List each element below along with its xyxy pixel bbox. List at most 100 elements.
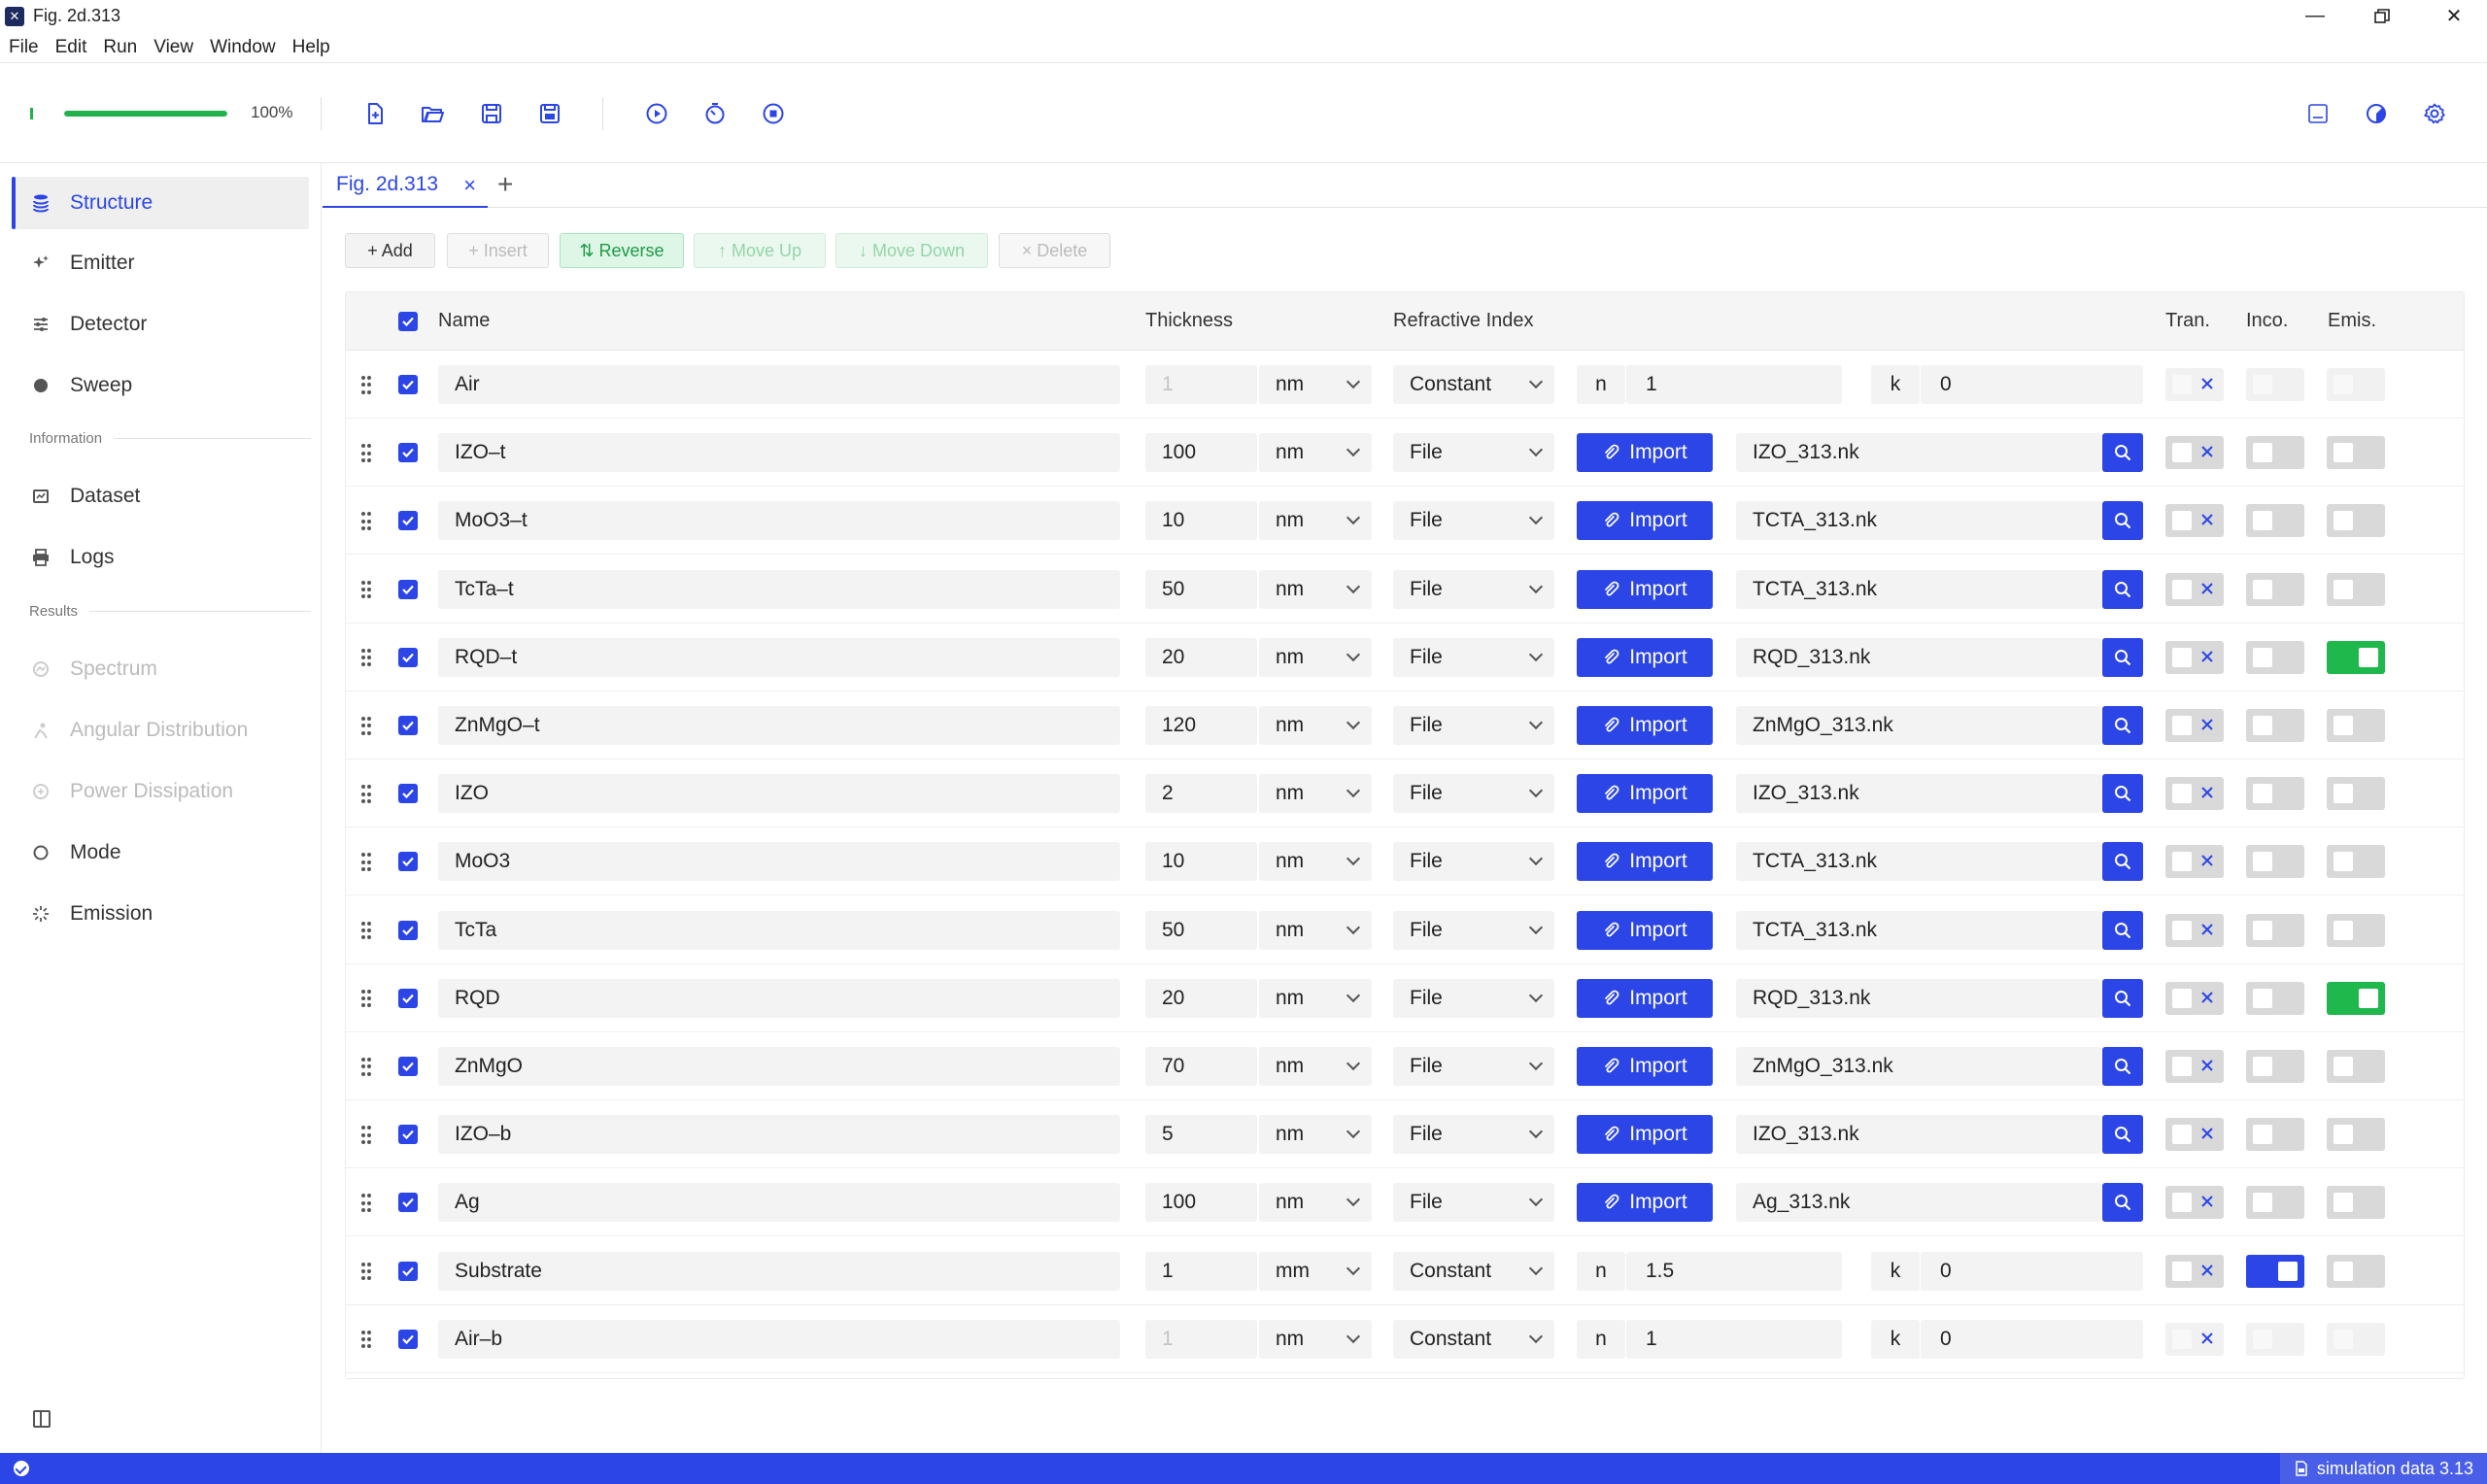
unit-select[interactable]: nm [1259,433,1372,473]
move-up-button[interactable]: ↑ Move Up [694,233,826,268]
add-button[interactable]: + Add [345,233,435,268]
index-mode-select[interactable]: File [1393,706,1554,745]
sidebar-item-logs[interactable]: Logs [12,531,309,584]
row-checkbox[interactable] [398,647,418,667]
unit-select[interactable]: nm [1259,1047,1372,1086]
nk-file-input[interactable]: RQD_313.nk [1736,637,2101,677]
stop-button[interactable] [756,96,791,131]
save-as-button[interactable] [532,96,567,131]
delete-row-button[interactable] [2196,577,2219,600]
unit-select[interactable]: nm [1259,1183,1372,1223]
close-window-button[interactable]: ✕ [2425,0,2483,32]
index-mode-select[interactable]: Constant [1393,1251,1554,1291]
menu-view[interactable]: View [153,37,193,58]
layer-name-input[interactable]: Air [438,365,1120,404]
nk-file-input[interactable]: ZnMgO_313.nk [1736,1047,2101,1086]
unit-select[interactable]: nm [1259,706,1372,745]
drag-handle-icon[interactable] [361,717,371,736]
thickness-input[interactable]: 2 [1145,774,1257,814]
delete-row-button[interactable] [2196,918,2219,941]
sidebar-item-power-dissipation[interactable]: Power Dissipation [12,765,309,818]
thickness-input[interactable]: 100 [1145,433,1257,473]
emis-toggle[interactable] [2327,845,2385,879]
nk-file-input[interactable]: TCTA_313.nk [1736,910,2101,950]
settings-button[interactable] [2417,96,2452,131]
layer-name-input[interactable]: IZO–t [438,433,1120,473]
n-value-input[interactable]: 1.5 [1626,1251,1842,1291]
delete-row-button[interactable] [2196,986,2219,1009]
k-value-input[interactable]: 0 [1921,1319,2143,1359]
thickness-input[interactable]: 1 [1145,1319,1257,1359]
delete-row-button[interactable] [2196,440,2219,463]
layer-name-input[interactable]: ZnMgO [438,1047,1120,1086]
import-button[interactable]: Import [1577,1047,1713,1086]
unit-select[interactable]: nm [1259,842,1372,882]
insert-button[interactable]: + Insert [447,233,549,268]
index-mode-select[interactable]: File [1393,433,1554,473]
save-button[interactable] [474,96,509,131]
header-name[interactable]: Name [438,310,490,332]
layer-name-input[interactable]: ZnMgO–t [438,706,1120,745]
sidebar-item-structure[interactable]: Structure [12,177,309,229]
inco-toggle[interactable] [2246,845,2304,879]
reverse-button[interactable]: ⇅ Reverse [560,233,684,268]
status-dataset[interactable]: simulation data 3.13 [2279,1453,2487,1484]
emis-toggle[interactable] [2327,1118,2385,1152]
nk-file-input[interactable]: IZO_313.nk [1736,433,2101,473]
drag-handle-icon[interactable] [361,580,371,600]
inco-toggle[interactable] [2246,981,2304,1015]
nk-file-input[interactable]: Ag_313.nk [1736,1183,2101,1223]
add-tab-button[interactable]: + [497,169,513,200]
drag-handle-icon[interactable] [361,989,371,1009]
layer-name-input[interactable]: TcTa–t [438,569,1120,609]
row-checkbox[interactable] [398,579,418,599]
drag-handle-icon[interactable] [361,1194,371,1213]
n-value-input[interactable]: 1 [1626,1319,1842,1359]
drag-handle-icon[interactable] [361,512,371,531]
unit-select[interactable]: nm [1259,569,1372,609]
layer-name-input[interactable]: TcTa [438,910,1120,950]
index-mode-select[interactable]: Constant [1393,365,1554,404]
index-mode-select[interactable]: File [1393,569,1554,609]
sidebar-item-angular-distribution[interactable]: Angular Distribution [12,704,309,757]
thickness-input[interactable]: 120 [1145,706,1257,745]
inco-toggle[interactable] [2246,709,2304,742]
row-checkbox[interactable] [398,1261,418,1281]
browse-file-button[interactable] [2102,774,2143,814]
index-mode-select[interactable]: File [1393,1047,1554,1086]
nk-file-input[interactable]: RQD_313.nk [1736,978,2101,1018]
theme-button[interactable] [2359,96,2394,131]
inco-toggle[interactable] [2246,913,2304,947]
browse-file-button[interactable] [2102,978,2143,1018]
emis-toggle[interactable] [2327,1050,2385,1083]
timer-button[interactable] [698,96,732,131]
inco-toggle[interactable] [2246,436,2304,470]
import-button[interactable]: Import [1577,978,1713,1018]
panel-toggle-button[interactable] [2300,96,2335,131]
inco-toggle[interactable] [2246,640,2304,674]
inco-toggle[interactable] [2246,777,2304,811]
layer-name-input[interactable]: IZO–b [438,1115,1120,1155]
sidebar-item-emission[interactable]: Emission [12,888,309,940]
browse-file-button[interactable] [2102,637,2143,677]
import-button[interactable]: Import [1577,501,1713,541]
layer-name-input[interactable]: MoO3 [438,842,1120,882]
thickness-input[interactable]: 20 [1145,978,1257,1018]
minimize-button[interactable]: — [2286,0,2344,32]
inco-toggle[interactable] [2246,1254,2304,1288]
nk-file-input[interactable]: IZO_313.nk [1736,1115,2101,1155]
browse-file-button[interactable] [2102,501,2143,541]
emis-toggle[interactable] [2327,640,2385,674]
import-button[interactable]: Import [1577,433,1713,473]
inco-toggle[interactable] [2246,572,2304,606]
sidebar-item-spectrum[interactable]: Spectrum [12,643,309,695]
thickness-input[interactable]: 20 [1145,637,1257,677]
import-button[interactable]: Import [1577,1183,1713,1223]
delete-row-button[interactable] [2196,1122,2219,1145]
layer-name-input[interactable]: RQD–t [438,637,1120,677]
index-mode-select[interactable]: Constant [1393,1319,1554,1359]
select-all-checkbox[interactable] [398,312,418,331]
drag-handle-icon[interactable] [361,1330,371,1350]
sidebar-item-detector[interactable]: Detector [12,298,309,351]
menu-help[interactable]: Help [292,37,330,58]
